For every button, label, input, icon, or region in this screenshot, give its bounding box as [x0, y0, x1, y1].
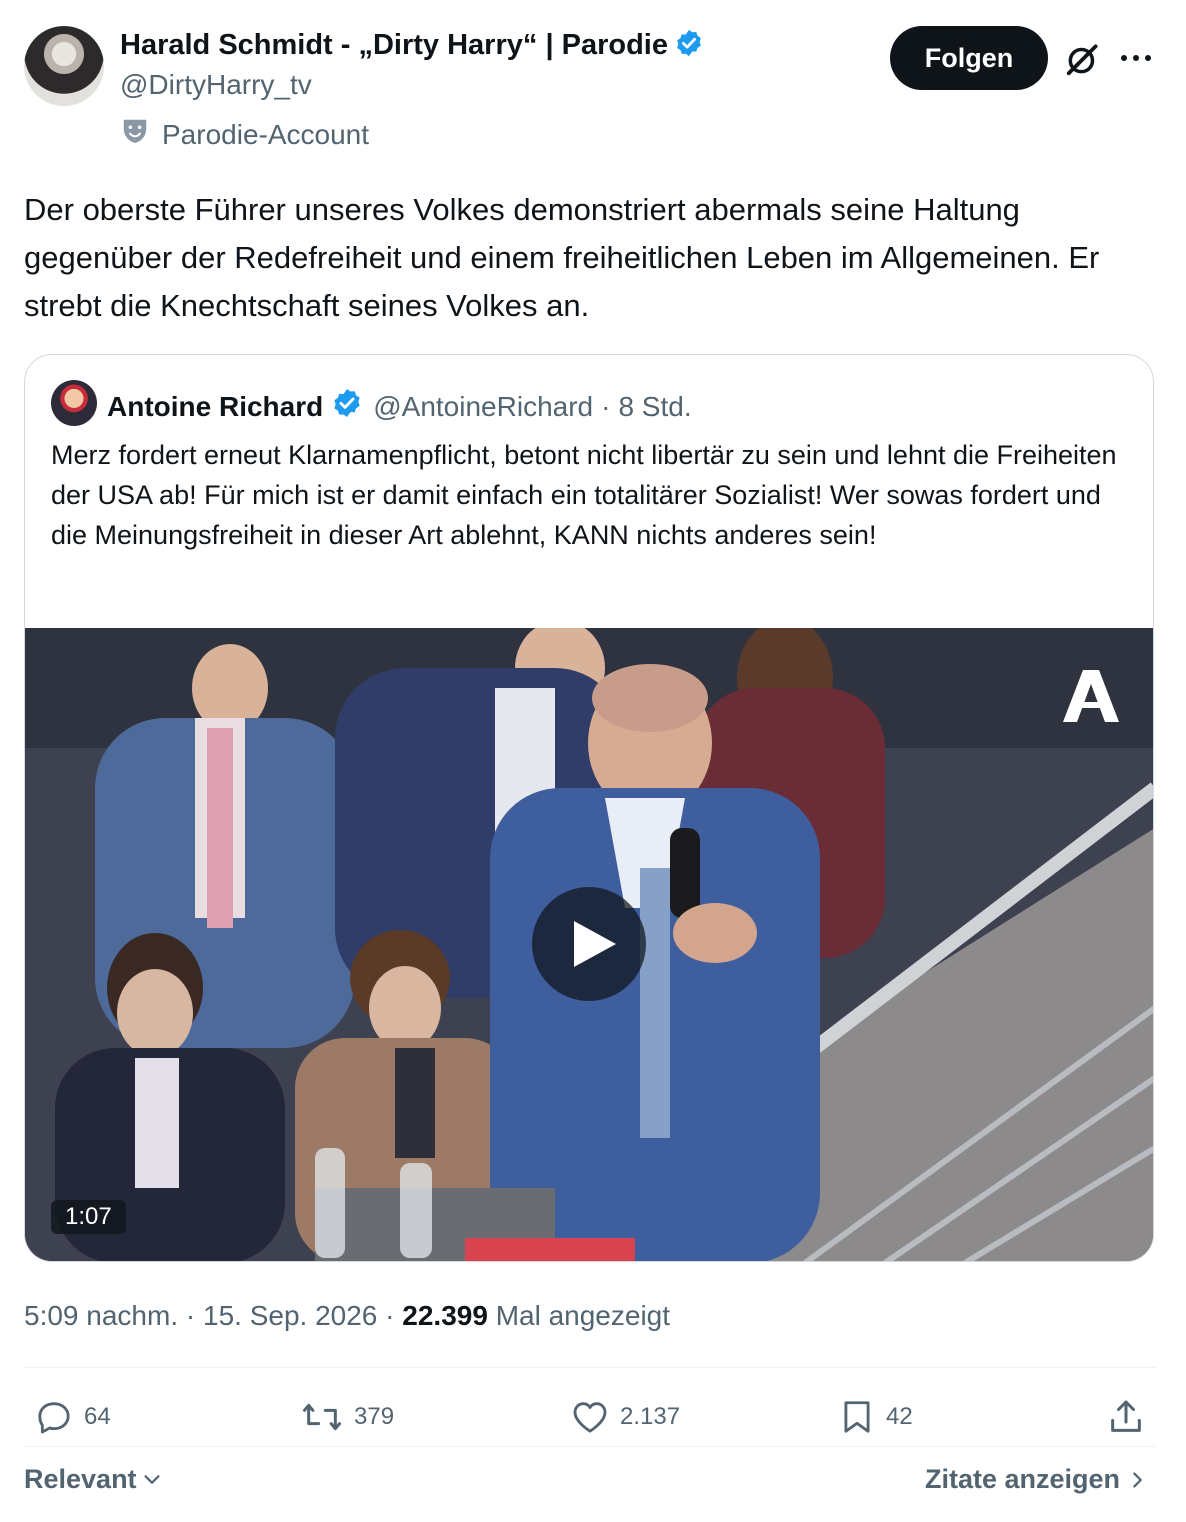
- quote-header: Antoine Richard @AntoineRichard · 8 Std.: [107, 387, 692, 426]
- share-icon: [1111, 1400, 1141, 1432]
- reply-icon: [38, 1402, 70, 1434]
- view-count: 22.399: [402, 1300, 488, 1331]
- quote-video[interactable]: 1:07: [25, 628, 1153, 1261]
- bookmark-icon: [844, 1401, 870, 1433]
- reply-button[interactable]: 64: [34, 1397, 111, 1437]
- quote-age[interactable]: 8 Std.: [618, 391, 691, 423]
- quote-author-name[interactable]: Antoine Richard: [107, 391, 323, 423]
- author-name[interactable]: Harald Schmidt - „Dirty Harry“ | Parodie: [120, 29, 668, 61]
- chevron-down-icon: [144, 1474, 160, 1484]
- tweet-text: Der oberste Führer unseres Volkes demons…: [24, 192, 1100, 323]
- repost-count: 379: [354, 1403, 395, 1430]
- play-icon: [574, 921, 616, 967]
- reply-count: 64: [84, 1403, 111, 1430]
- repost-button[interactable]: 379: [300, 1397, 394, 1437]
- grok-icon[interactable]: [1064, 40, 1102, 83]
- divider-bottom: [24, 1446, 1156, 1447]
- author-avatar[interactable]: [24, 26, 104, 106]
- meta-separator-2: ·: [385, 1300, 403, 1331]
- parody-mask-icon: [120, 116, 150, 153]
- bookmark-button[interactable]: 42: [838, 1397, 913, 1437]
- video-duration: 1:07: [51, 1200, 126, 1234]
- quoted-tweet[interactable]: Antoine Richard @AntoineRichard · 8 Std.…: [24, 354, 1154, 1262]
- quote-handle[interactable]: @AntoineRichard: [373, 391, 593, 423]
- tweet-meta: 5:09 nachm. · 15. Sep. 2026 · 22.399 Mal…: [24, 1300, 670, 1332]
- quote-author-avatar[interactable]: [51, 380, 97, 426]
- view-quotes-link[interactable]: Zitate anzeigen: [925, 1464, 1148, 1495]
- sort-dropdown[interactable]: Relevant: [24, 1464, 163, 1495]
- share-button[interactable]: [1106, 1397, 1146, 1437]
- chevron-right-icon: [1133, 1471, 1142, 1488]
- parody-badge: Parodie-Account: [120, 116, 369, 153]
- verified-badge-icon: [674, 28, 704, 66]
- parody-label: Parodie-Account: [162, 118, 370, 150]
- like-icon: [573, 1402, 607, 1433]
- divider-top: [24, 1367, 1156, 1368]
- quotes-label: Zitate anzeigen: [924, 1464, 1120, 1494]
- bookmark-count: 42: [886, 1403, 913, 1430]
- meta-separator-1: ·: [185, 1300, 203, 1331]
- play-button[interactable]: [532, 887, 646, 1001]
- quote-separator: ·: [601, 390, 611, 422]
- quote-verified-badge-icon: [331, 387, 363, 426]
- channel-logo: [1063, 670, 1119, 722]
- sort-label: Relevant: [24, 1464, 137, 1494]
- repost-icon: [303, 1403, 341, 1431]
- quote-text: Merz fordert erneut Klarnamenpflicht, be…: [51, 440, 1117, 550]
- tweet-date[interactable]: 15. Sep. 2026: [203, 1300, 377, 1331]
- like-count: 2.137: [620, 1403, 681, 1430]
- like-button[interactable]: 2.137: [570, 1397, 680, 1437]
- author-handle[interactable]: @DirtyHarry_tv: [120, 69, 312, 101]
- follow-button[interactable]: Folgen: [890, 26, 1048, 90]
- more-icon[interactable]: [1119, 48, 1153, 73]
- tweet-time[interactable]: 5:09 nachm.: [24, 1300, 178, 1331]
- author-name-row[interactable]: Harald Schmidt - „Dirty Harry“ | Parodie: [120, 28, 704, 66]
- view-count-label: Mal angezeigt: [495, 1300, 671, 1331]
